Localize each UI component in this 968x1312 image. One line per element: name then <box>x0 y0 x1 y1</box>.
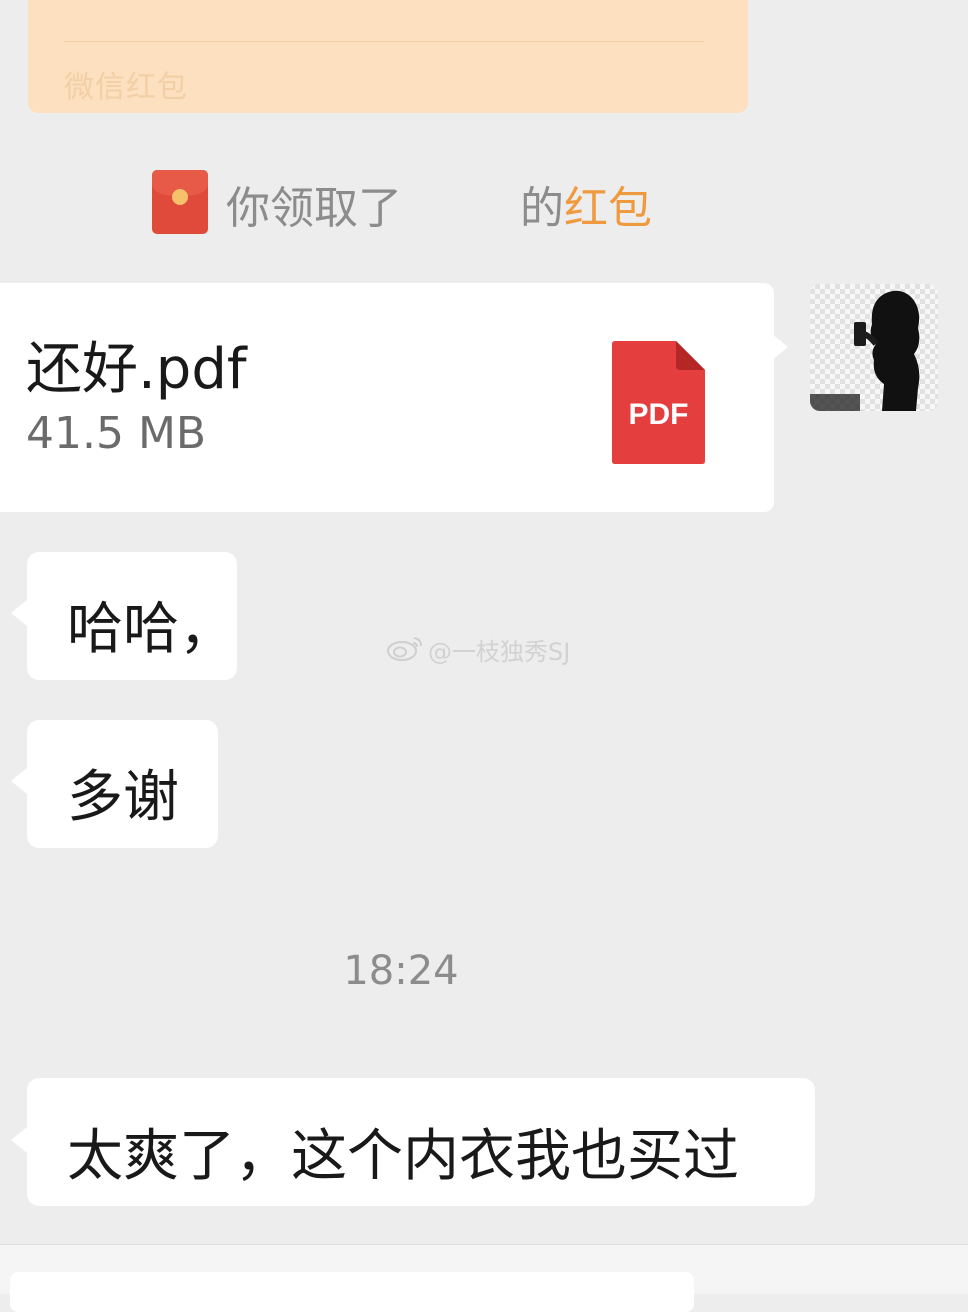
message-timestamp: 18:24 <box>343 948 459 994</box>
notice-suffix: 的 <box>520 183 564 234</box>
message-text: 哈哈， <box>67 597 235 662</box>
notice-prefix: 你领取了 <box>226 183 402 234</box>
watermark-text: @一枝独秀SJ <box>428 638 571 666</box>
avatar-silhouette <box>810 284 938 411</box>
red-packet-icon <box>152 170 208 234</box>
bubble-tail <box>11 768 27 794</box>
file-name: 还好.pdf <box>26 337 247 402</box>
system-notice: 你领取了 的红包 <box>226 172 652 236</box>
redpacket-divider <box>64 41 704 42</box>
message-text: 太爽了，这个内衣我也买过 <box>67 1124 739 1189</box>
avatar[interactable] <box>810 284 938 411</box>
pdf-type-label: PDF <box>628 398 689 431</box>
redpacket-footer-label: 微信红包 <box>64 70 188 105</box>
file-bubble-tail <box>772 334 788 360</box>
weibo-icon <box>387 637 422 661</box>
file-size: 41.5 MB <box>26 408 207 459</box>
bubble-tail <box>11 1127 27 1153</box>
message-input[interactable] <box>10 1272 694 1312</box>
redpacket-link[interactable]: 红包 <box>564 183 652 234</box>
message-text: 多谢 <box>67 765 179 830</box>
bubble-tail <box>11 600 27 626</box>
redacted-name <box>402 181 520 231</box>
